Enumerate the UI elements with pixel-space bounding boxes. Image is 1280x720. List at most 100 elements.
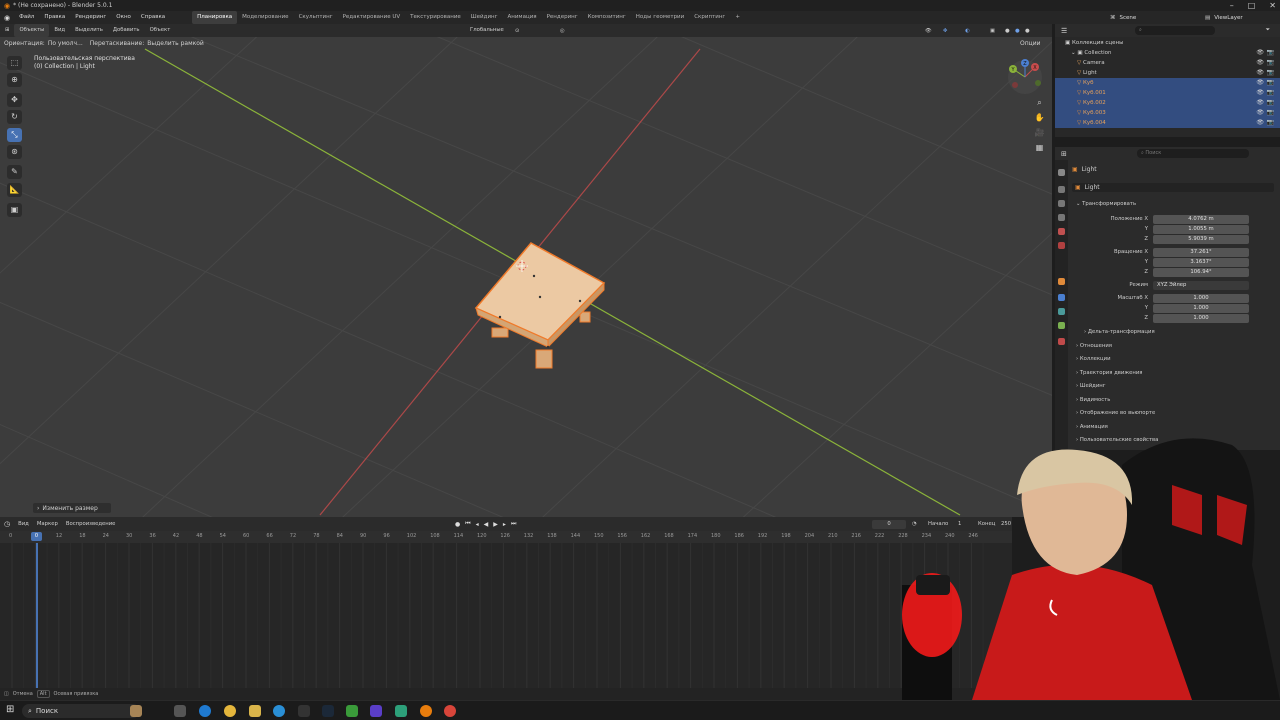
outliner-item[interactable]: ▽ Куб.001 👁 📷	[1055, 88, 1280, 98]
render-camera-icon[interactable]: 📷	[1267, 88, 1274, 98]
scale-x-field[interactable]: 1.000	[1153, 294, 1249, 303]
obs-icon[interactable]	[298, 705, 310, 717]
playhead[interactable]	[36, 531, 38, 688]
properties-search-input[interactable]: ⌕ Поиск	[1137, 149, 1249, 158]
cursor-tool-icon[interactable]: ⊕	[7, 73, 22, 87]
modifier-tab-icon[interactable]	[1058, 294, 1065, 301]
menu-window[interactable]: Окно	[111, 11, 136, 24]
workspace-tab-rendering[interactable]: Рендеринг	[542, 11, 583, 24]
options-button[interactable]: Опции	[1020, 40, 1041, 47]
workspace-tab-texture-paint[interactable]: Текстурирование	[405, 11, 466, 24]
visibility-eye-icon[interactable]: 👁	[1256, 118, 1264, 128]
timeline-menu-playback[interactable]: Воспроизведение	[62, 521, 120, 527]
editor-type-icon[interactable]: ⊞	[0, 24, 14, 37]
jump-end-icon[interactable]: ⏭	[511, 520, 516, 528]
scale-y-field[interactable]: 1.000	[1153, 304, 1249, 313]
menu-object[interactable]: Объект	[145, 24, 176, 37]
rotation-mode-select[interactable]: XYZ Эйлер	[1153, 281, 1249, 290]
visibility-section[interactable]: › Видимость	[1076, 397, 1110, 403]
physics-tab-icon[interactable]	[1058, 308, 1065, 315]
camera-view-icon[interactable]: 🎥	[1033, 126, 1046, 139]
navigation-gizmo[interactable]: X Y Z	[1008, 59, 1042, 94]
workspace-tab-shading[interactable]: Шейдинг	[466, 11, 503, 24]
outliner-search-input[interactable]: ⌕	[1135, 26, 1215, 35]
scale-z-field[interactable]: 1.000	[1153, 314, 1249, 323]
visibility-eye-icon[interactable]: 👁	[1256, 58, 1264, 68]
outliner-item[interactable]: ▽ Куб.003 👁 📷	[1055, 108, 1280, 118]
edge-icon[interactable]	[199, 705, 211, 717]
record-icon[interactable]: ●	[455, 521, 460, 528]
rotate-tool-icon[interactable]: ↻	[7, 110, 22, 124]
scene-selector[interactable]: Scene	[1120, 15, 1137, 21]
outliner-item[interactable]: ▽ Camera 👁 📷	[1055, 58, 1280, 68]
shading-material-icon[interactable]: ●	[1015, 28, 1020, 34]
chrome-profile-icon[interactable]	[444, 705, 456, 717]
shading-section[interactable]: › Шейдинг	[1076, 383, 1106, 389]
workspace-tab-animation[interactable]: Анимация	[503, 11, 542, 24]
output-tab-icon[interactable]	[1058, 200, 1065, 207]
constraints-tab-icon[interactable]	[1058, 322, 1065, 329]
render-camera-icon[interactable]: 📷	[1267, 58, 1274, 68]
move-tool-icon[interactable]: ✥	[7, 93, 22, 107]
view-layer-tab-icon[interactable]	[1058, 214, 1065, 221]
ortho-grid-icon[interactable]: ▦	[1033, 141, 1046, 154]
visibility-eye-icon[interactable]: 👁	[1256, 98, 1264, 108]
timeline-menu-view[interactable]: Вид	[14, 521, 33, 527]
render-camera-icon[interactable]: 📷	[1267, 118, 1274, 128]
outliner-item[interactable]: ▽ Куб.002 👁 📷	[1055, 98, 1280, 108]
location-x-field[interactable]: 4.0762 m	[1153, 215, 1249, 224]
task-view-icon[interactable]	[174, 705, 186, 717]
menu-file[interactable]: Файл	[14, 11, 39, 24]
rotation-x-field[interactable]: 37.261°	[1153, 248, 1249, 257]
workspace-tab-layout[interactable]: Планировка	[192, 11, 238, 24]
visibility-eye-icon[interactable]: 👁	[1256, 108, 1264, 118]
orientation-selector[interactable]: По умолч...	[48, 40, 83, 47]
motion-path-section[interactable]: › Траектория движения	[1076, 370, 1142, 376]
add-workspace-button[interactable]: +	[730, 11, 745, 24]
app-teal-icon[interactable]	[395, 705, 407, 717]
prev-keyframe-icon[interactable]: ◂	[476, 521, 479, 528]
timeline-area[interactable]	[0, 531, 1012, 688]
world-tab-icon[interactable]	[1058, 242, 1065, 249]
scale-tool-icon[interactable]: ⤡	[7, 128, 22, 142]
delta-transform-section[interactable]: › Дельта-трансформация	[1084, 329, 1155, 335]
visibility-icon[interactable]: 👁	[925, 28, 932, 34]
telegram-icon[interactable]	[273, 705, 285, 717]
render-camera-icon[interactable]: 📷	[1267, 78, 1274, 88]
file-explorer-icon[interactable]	[249, 705, 261, 717]
outliner-collection[interactable]: ⌄ ▣ Collection 👁 📷	[1055, 48, 1280, 58]
taskbar-search-box[interactable]: ⌕ Поиск	[22, 704, 140, 718]
next-keyframe-icon[interactable]: ▸	[503, 521, 506, 528]
workspace-tab-compositing[interactable]: Композитинг	[583, 11, 631, 24]
taskbar-widget-icon[interactable]	[130, 705, 142, 717]
transform-section[interactable]: ⌄ Трансформировать	[1076, 201, 1136, 207]
menu-add[interactable]: Добавить	[108, 24, 145, 37]
measure-tool-icon[interactable]: 📐	[7, 183, 22, 197]
menu-help[interactable]: Справка	[136, 11, 170, 24]
workspace-tab-modeling[interactable]: Моделирование	[237, 11, 293, 24]
app-green-icon[interactable]	[346, 705, 358, 717]
outliner-item[interactable]: ▽ Куб.004 👁 📷	[1055, 118, 1280, 128]
rotation-z-field[interactable]: 106.94°	[1153, 268, 1249, 277]
xray-icon[interactable]: ▣	[990, 28, 995, 34]
outliner-item[interactable]: ▽ Куб 👁 📷	[1055, 78, 1280, 88]
workspace-tab-sculpting[interactable]: Скульптинг	[294, 11, 338, 24]
collections-section[interactable]: › Коллекции	[1076, 356, 1111, 362]
zoom-icon[interactable]: ⌕	[1033, 96, 1046, 109]
timeline-ruler[interactable]: 0612182430364248546066727884909610210811…	[0, 531, 1012, 543]
menu-select[interactable]: Выделить	[70, 24, 108, 37]
location-z-field[interactable]: 5.9039 m	[1153, 235, 1249, 244]
workspace-tab-geometry-nodes[interactable]: Ноды геометрии	[631, 11, 689, 24]
visibility-eye-icon[interactable]: 👁	[1256, 68, 1264, 78]
table-object[interactable]	[474, 242, 606, 369]
playhead-frame-badge[interactable]: 0	[31, 532, 42, 541]
last-operator-panel[interactable]: › Изменить размер	[33, 503, 111, 513]
visibility-eye-icon[interactable]: 👁	[1256, 78, 1264, 88]
snap-icon[interactable]: ⊙	[515, 28, 519, 34]
app-purple-icon[interactable]	[370, 705, 382, 717]
view-layer-selector[interactable]: ViewLayer	[1214, 15, 1242, 21]
location-y-field[interactable]: 1.0055 m	[1153, 225, 1249, 234]
minimize-button[interactable]: –	[1230, 0, 1234, 11]
menu-view[interactable]: Вид	[49, 24, 70, 37]
pan-hand-icon[interactable]: ✋	[1033, 111, 1046, 124]
